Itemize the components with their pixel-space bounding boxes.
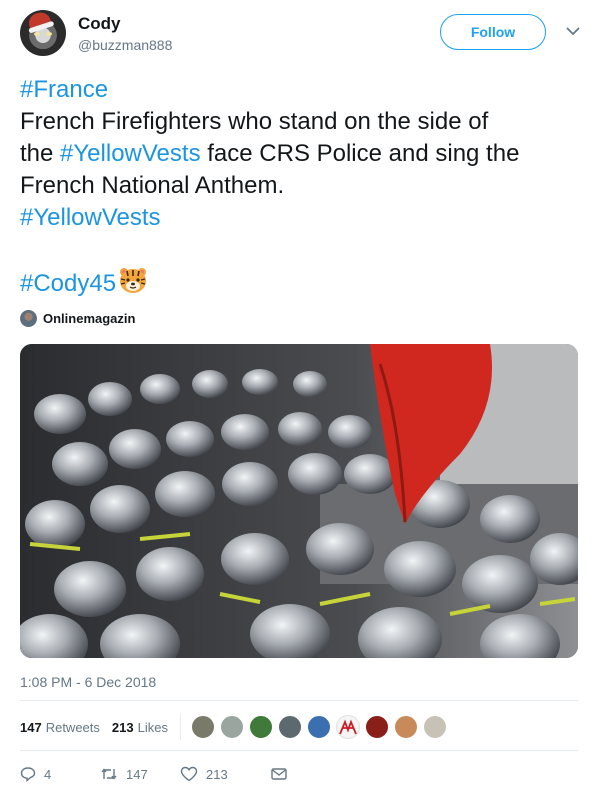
direct-message-button[interactable] xyxy=(270,766,296,782)
display-name[interactable]: Cody xyxy=(78,14,121,34)
liker-avatar[interactable] xyxy=(219,715,244,739)
tweet-text-fragment: face CRS Police and sing the xyxy=(200,140,520,167)
tweet-text-fragment: the xyxy=(20,140,61,167)
envelope-icon xyxy=(271,768,287,780)
liker-avatar[interactable] xyxy=(306,715,331,739)
santa-hat-icon xyxy=(26,10,52,31)
reply-count: 4 xyxy=(44,766,52,782)
hashtag-link[interactable]: #France xyxy=(20,76,108,103)
tweet-actions: 4 147 213 xyxy=(20,762,296,786)
avatar-eye-right xyxy=(46,32,52,36)
hashtag-link[interactable]: #YellowVests xyxy=(20,204,161,231)
engagement-stats: 147 Retweets 213 Likes xyxy=(20,714,452,740)
user-avatar[interactable] xyxy=(20,10,66,56)
divider xyxy=(20,700,578,701)
retweets-label[interactable]: Retweets xyxy=(46,720,100,735)
follow-button[interactable]: Follow xyxy=(440,14,546,50)
divider xyxy=(20,750,578,751)
likes-count[interactable]: 213 xyxy=(112,720,134,735)
like-button[interactable]: 213 xyxy=(180,766,270,782)
hashtag-link[interactable]: #YellowVests xyxy=(60,140,201,167)
avatar-eye-left xyxy=(34,32,40,36)
retweet-count: 147 xyxy=(126,766,148,782)
liker-avatar[interactable] xyxy=(248,715,273,739)
liker-avatar[interactable] xyxy=(277,715,302,739)
like-count: 213 xyxy=(206,766,228,782)
reply-icon xyxy=(20,767,36,782)
retweets-count[interactable]: 147 xyxy=(20,720,42,735)
liker-avatar[interactable] xyxy=(393,715,418,739)
tweet-text: #France French Firefighters who stand on… xyxy=(20,74,590,298)
liker-avatar[interactable] xyxy=(422,715,447,739)
liker-avatar[interactable] xyxy=(335,715,360,739)
liker-avatar[interactable] xyxy=(190,715,215,739)
tweet-video[interactable] xyxy=(20,344,578,658)
likes-label[interactable]: Likes xyxy=(138,720,168,735)
tweet-header: Cody @buzzman888 Follow xyxy=(20,10,590,62)
reply-button[interactable]: 4 xyxy=(20,766,100,782)
hashtag-link[interactable]: #Cody45 xyxy=(20,270,116,297)
attribution-avatar xyxy=(20,309,37,327)
heart-icon xyxy=(180,766,198,782)
stats-separator xyxy=(179,714,181,740)
retweet-button[interactable]: 147 xyxy=(100,766,180,782)
retweet-icon xyxy=(101,768,117,780)
attribution-name: Onlinemagazin xyxy=(43,310,136,326)
tweet-timestamp[interactable]: 1:08 PM - 6 Dec 2018 xyxy=(20,674,156,690)
tweet-text-line: French National Anthem. xyxy=(20,172,285,199)
video-frame-image xyxy=(20,344,578,658)
liker-avatars xyxy=(190,715,452,739)
tiger-face-icon xyxy=(118,266,148,293)
chevron-down-icon[interactable] xyxy=(564,22,582,40)
liker-avatar[interactable] xyxy=(364,715,389,739)
media-attribution[interactable]: Onlinemagazin xyxy=(20,309,135,327)
user-handle[interactable]: @buzzman888 xyxy=(78,37,172,53)
tweet-text-line: French Firefighters who stand on the sid… xyxy=(20,108,489,135)
